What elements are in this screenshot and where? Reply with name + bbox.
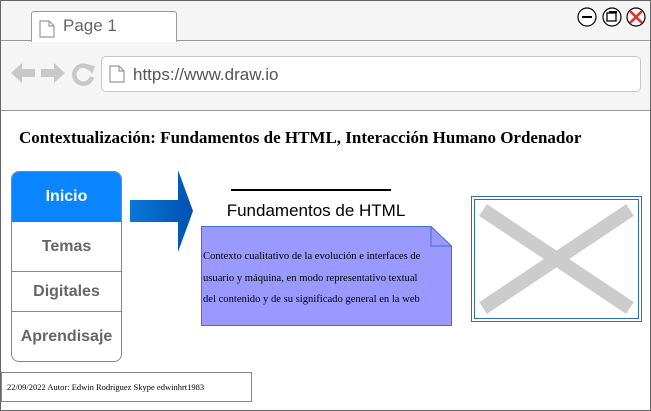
tab-label: Page 1 <box>63 16 117 35</box>
close-button[interactable] <box>626 7 646 27</box>
close-icon <box>626 7 646 27</box>
tab-page-1[interactable]: Page 1 <box>31 11 177 42</box>
document-icon <box>109 65 125 88</box>
title-underline <box>231 189 391 191</box>
restore-icon <box>602 7 622 27</box>
forward-arrow-icon[interactable] <box>41 63 65 88</box>
note-line: del contenido y de su significado genera… <box>203 294 420 305</box>
menu-item-aprendisaje[interactable]: Aprendisaje <box>12 312 121 361</box>
page-heading: Contextualización: Fundamentos de HTML, … <box>19 128 582 147</box>
reload-icon[interactable] <box>72 62 96 91</box>
back-arrow-icon[interactable] <box>11 63 35 88</box>
url-text: https://www.draw.io <box>133 65 279 84</box>
minimize-button[interactable] <box>577 7 597 27</box>
image-placeholder-icon <box>471 196 642 322</box>
side-menu: Inicio Temas Digitales Aprendisaje <box>11 171 122 362</box>
menu-item-inicio[interactable]: Inicio <box>12 172 121 222</box>
note-line: Contexto cualitativo de la evolución e i… <box>203 251 421 262</box>
menu-item-temas[interactable]: Temas <box>12 222 121 272</box>
right-arrow-icon <box>130 170 193 257</box>
browser-titlebar: Page 1 <box>1 1 650 42</box>
description-note: Contexto cualitativo de la evolución e i… <box>201 226 452 326</box>
document-icon <box>39 20 55 43</box>
section-title: Fundamentos de HTML <box>226 201 406 220</box>
menu-item-digitales[interactable]: Digitales <box>12 272 121 312</box>
browser-navbar: https://www.draw.io <box>1 42 650 111</box>
footer-text: 22/09/2022 Autor: Edwin Rodriguez Skype … <box>7 382 205 392</box>
note-line: usuario y máquina, en modo representativ… <box>203 272 418 284</box>
browser-window: Page 1 https://www.draw.io Contextualiza… <box>0 0 651 411</box>
restore-button[interactable] <box>602 7 622 27</box>
minimize-icon <box>577 7 597 27</box>
address-bar[interactable]: https://www.draw.io <box>101 56 641 92</box>
note-text: Contexto cualitativo de la evolución e i… <box>203 246 451 311</box>
footer-credit: 22/09/2022 Autor: Edwin Rodriguez Skype … <box>1 372 252 402</box>
